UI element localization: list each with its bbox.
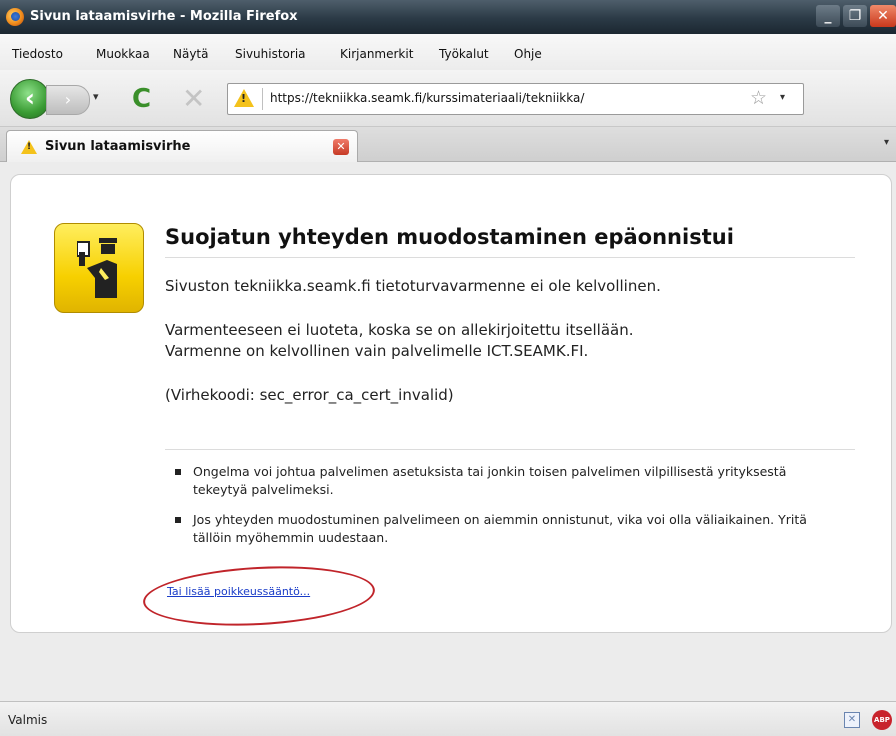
menu-edit[interactable]: Muokkaa — [96, 47, 150, 61]
error-panel: Suojatun yhteyden muodostaminen epäonnis… — [10, 174, 892, 633]
status-x-icon[interactable]: ✕ — [844, 712, 860, 728]
list-item: Jos yhteyden muodostuminen palvelimeen o… — [175, 511, 815, 547]
tab-title: Sivun lataamisvirhe — [45, 139, 191, 154]
error-detail-line-1: Varmenteeseen ei luoteta, koska se on al… — [165, 321, 634, 339]
stop-icon[interactable]: ✕ — [182, 82, 205, 115]
maximize-button[interactable]: ❐ — [843, 5, 867, 27]
status-bar: Valmis ✕ ABP — [0, 701, 896, 736]
forward-icon: › — [64, 90, 72, 109]
menu-bookmarks[interactable]: Kirjanmerkit — [340, 47, 413, 61]
back-icon: ‹ — [25, 84, 35, 112]
error-code: (Virhekoodi: sec_error_ca_cert_invalid) — [165, 386, 454, 404]
tab-list-dropdown-icon[interactable]: ▾ — [884, 137, 889, 148]
menu-file[interactable]: Tiedosto — [12, 47, 63, 61]
page-content: Suojatun yhteyden muodostaminen epäonnis… — [0, 162, 896, 701]
firefox-logo-icon — [6, 8, 24, 26]
error-hints-list: Ongelma voi johtua palvelimen asetuksist… — [175, 463, 815, 559]
tab-load-error[interactable]: Sivun lataamisvirhe ✕ — [6, 130, 358, 162]
add-exception-link[interactable]: Tai lisää poikkeussääntö... — [167, 585, 310, 598]
adblock-icon[interactable]: ABP — [872, 710, 892, 730]
error-detail-line-2: Varmenne on kelvollinen vain palvelimell… — [165, 342, 589, 360]
bookmark-star-icon[interactable]: ☆ — [750, 87, 767, 109]
history-dropdown-icon[interactable]: ▾ — [93, 90, 99, 103]
minimize-button[interactable]: _ — [816, 5, 840, 27]
tab-bar: Sivun lataamisvirhe ✕ ▾ — [0, 127, 896, 162]
error-title: Suojatun yhteyden muodostaminen epäonnis… — [165, 225, 855, 258]
window-titlebar: Sivun lataamisvirhe - Mozilla Firefox _ … — [0, 0, 896, 34]
forward-button[interactable]: › — [46, 85, 90, 115]
warning-icon — [21, 140, 37, 154]
url-input[interactable]: https://tekniikka.seamk.fi/kurssimateria… — [270, 91, 584, 105]
security-officer-figure-icon — [77, 238, 117, 298]
menu-help[interactable]: Ohje — [514, 47, 542, 61]
url-bar[interactable]: https://tekniikka.seamk.fi/kurssimateria… — [227, 83, 804, 115]
url-dropdown-icon[interactable]: ▾ — [780, 92, 785, 103]
navigation-toolbar: ‹ › ▾ C ✕ https://tekniikka.seamk.fi/kur… — [0, 70, 896, 127]
list-item: Ongelma voi johtua palvelimen asetuksist… — [175, 463, 815, 499]
back-button[interactable]: ‹ — [10, 79, 50, 119]
url-separator — [262, 88, 263, 110]
close-tab-icon[interactable]: ✕ — [333, 139, 349, 155]
menu-history[interactable]: Sivuhistoria — [235, 47, 306, 61]
menu-bar: Tiedosto Muokkaa Näytä Sivuhistoria Kirj… — [0, 34, 896, 71]
security-officer-icon — [54, 223, 144, 313]
menu-tools[interactable]: Työkalut — [439, 47, 489, 61]
error-message: Sivuston tekniikka.seamk.fi tietoturvava… — [165, 277, 661, 295]
status-text: Valmis — [8, 713, 48, 727]
close-window-button[interactable]: ✕ — [870, 5, 896, 27]
reload-icon[interactable]: C — [132, 84, 151, 114]
warning-icon[interactable] — [234, 89, 254, 107]
divider — [165, 449, 855, 450]
window-title: Sivun lataamisvirhe - Mozilla Firefox — [30, 9, 298, 24]
menu-view[interactable]: Näytä — [173, 47, 209, 61]
